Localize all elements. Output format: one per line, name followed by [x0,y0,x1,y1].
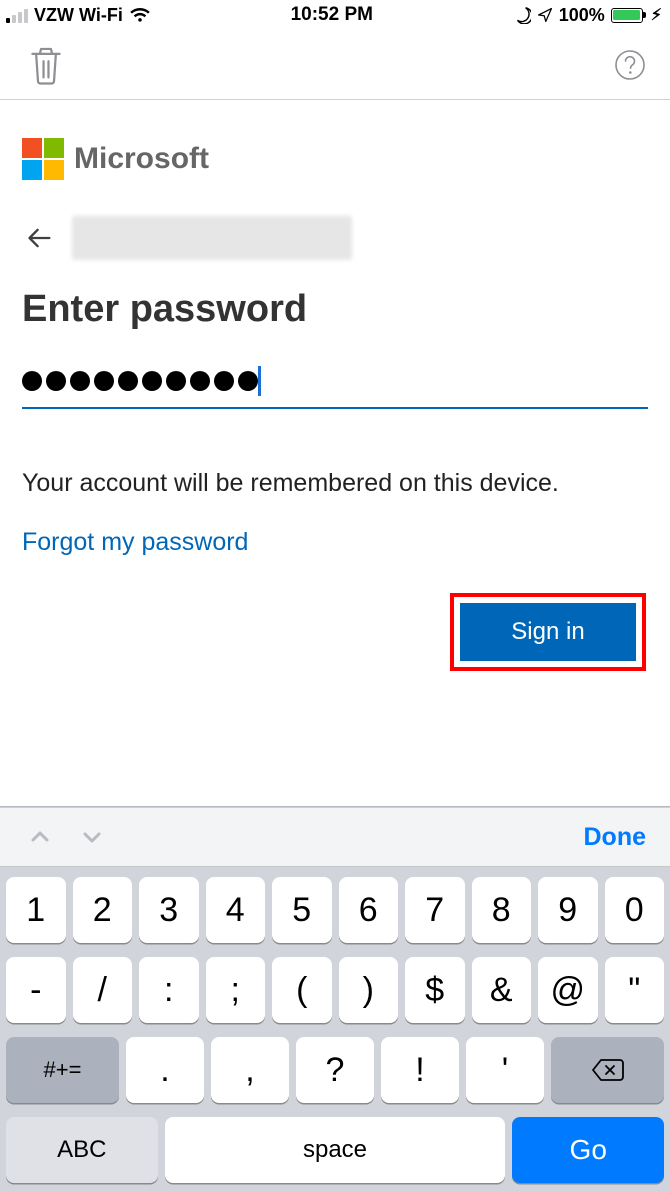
status-right: 100% ⚡︎ [513,5,662,26]
keyboard-keys: 1234567890 -/:;()$&@" #+= .,?!' ABC spac… [0,867,670,1191]
dnd-moon-icon [513,6,531,24]
carrier-label: VZW Wi-Fi [34,5,123,26]
remember-device-text: Your account will be remembered on this … [22,469,648,498]
chevron-down-icon[interactable] [80,825,104,849]
keyboard-key[interactable]: . [126,1037,204,1103]
annotation-highlight-box: Sign in [450,593,646,671]
status-bar: VZW Wi-Fi 10:52 PM 100% ⚡︎ [0,0,670,30]
keyboard-key[interactable]: : [139,957,199,1023]
keyboard-row-2: -/:;()$&@" [6,957,664,1023]
chevron-up-icon[interactable] [28,825,52,849]
keyboard-key[interactable]: & [472,957,532,1023]
keyboard-key[interactable]: 7 [405,877,465,943]
keyboard-key[interactable]: " [605,957,665,1023]
keyboard-row-3: #+= .,?!' [6,1037,664,1103]
keyboard-nav-arrows [28,825,104,849]
keyboard-key[interactable]: 2 [73,877,133,943]
keyboard-done-button[interactable]: Done [584,823,647,852]
keyboard-key[interactable]: 4 [206,877,266,943]
keyboard-key[interactable]: 0 [605,877,665,943]
microsoft-logo-icon [22,138,64,180]
keyboard-key[interactable]: ! [381,1037,459,1103]
keyboard-key[interactable]: ' [466,1037,544,1103]
toolbar [0,30,670,100]
keyboard-key[interactable]: @ [538,957,598,1023]
keyboard-key[interactable]: 1 [6,877,66,943]
keyboard-space-key[interactable]: space [165,1117,506,1183]
keyboard-abc-key[interactable]: ABC [6,1117,158,1183]
keyboard-key[interactable]: / [73,957,133,1023]
keyboard-key[interactable]: ) [339,957,399,1023]
keyboard-key[interactable]: ( [272,957,332,1023]
signin-button[interactable]: Sign in [460,603,636,661]
keyboard-key[interactable]: 6 [339,877,399,943]
keyboard-row-4: ABC space Go [6,1117,664,1183]
text-cursor [258,366,261,396]
battery-percent: 100% [559,5,605,26]
password-mask-dots [22,371,258,391]
keyboard-key[interactable]: - [6,957,66,1023]
help-icon[interactable] [614,49,646,81]
microsoft-wordmark: Microsoft [74,142,209,176]
account-email-redacted [72,216,352,260]
microsoft-brand: Microsoft [22,138,648,180]
back-arrow-icon[interactable] [26,224,54,252]
keyboard-row-1: 1234567890 [6,877,664,943]
forgot-password-link[interactable]: Forgot my password [22,528,648,557]
keyboard-key[interactable]: 5 [272,877,332,943]
keyboard-key[interactable]: 8 [472,877,532,943]
ios-keyboard: Done 1234567890 -/:;()$&@" #+= .,?!' ABC… [0,806,670,1191]
password-input[interactable] [22,361,648,409]
location-icon [537,7,553,23]
keyboard-accessory-bar: Done [0,807,670,867]
wifi-icon [129,7,151,23]
charging-icon: ⚡︎ [651,5,662,25]
battery-icon [611,8,643,23]
keyboard-key[interactable]: ? [296,1037,374,1103]
keyboard-key[interactable]: $ [405,957,465,1023]
keyboard-key[interactable]: 3 [139,877,199,943]
signin-content: Microsoft Enter password Your account wi… [0,100,670,671]
signal-bars-icon [6,7,28,23]
status-left: VZW Wi-Fi [6,5,151,26]
status-time: 10:52 PM [291,4,373,26]
keyboard-delete-key[interactable] [551,1037,664,1103]
keyboard-key[interactable]: , [211,1037,289,1103]
keyboard-key[interactable]: 9 [538,877,598,943]
page-heading: Enter password [22,288,648,331]
trash-icon[interactable] [28,44,64,86]
keyboard-key[interactable]: ; [206,957,266,1023]
account-row [26,216,648,260]
keyboard-shift-key[interactable]: #+= [6,1037,119,1103]
signin-button-wrap: Sign in [22,593,648,671]
keyboard-go-key[interactable]: Go [512,1117,664,1183]
